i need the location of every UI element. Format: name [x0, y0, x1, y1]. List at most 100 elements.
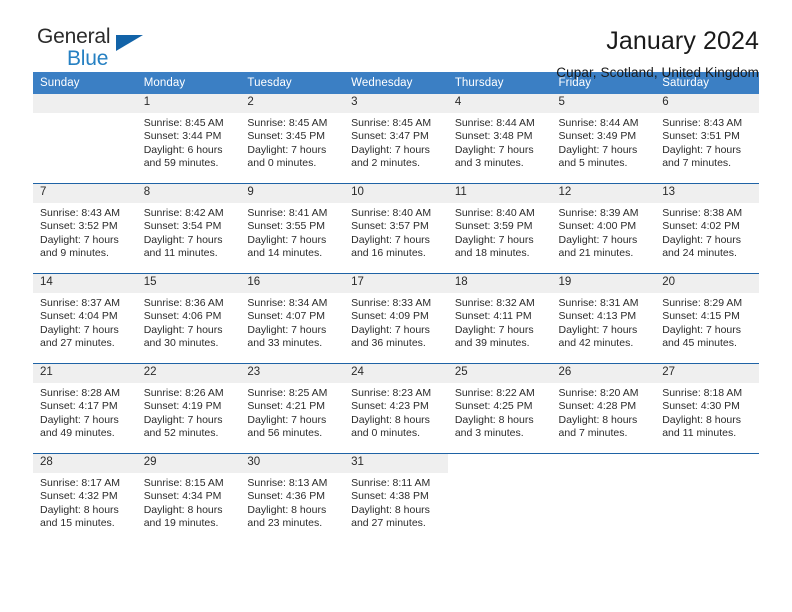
- day-details: Sunrise: 8:34 AM Sunset: 4:07 PM Daylight:…: [240, 293, 344, 351]
- calendar-day-cell[interactable]: 12 Sunrise: 8:39 AM Sunset: 4:00 PM Dayligh…: [551, 183, 656, 274]
- sunrise-text: Sunrise: 8:36 AM: [143, 297, 224, 309]
- calendar-day-cell[interactable]: 9 Sunrise: 8:41 AM Sunset: 3:55 PM Daylight…: [240, 183, 345, 274]
- sunrise-text: Sunrise: 8:42 AM: [143, 207, 224, 219]
- sunset-text: Sunset: 4:17 PM: [40, 400, 118, 413]
- calendar-day-cell[interactable]: 15 Sunrise: 8:36 AM Sunset: 4:06 PM Dayligh…: [136, 273, 241, 364]
- day-cell-inner: 7 Sunrise: 8:43 AM Sunset: 3:52 PM Daylight…: [33, 184, 137, 273]
- calendar-day-cell[interactable]: 1 Sunrise: 8:45 AM Sunset: 3:44 PM Daylight…: [136, 94, 241, 184]
- day-number: 25: [447, 364, 552, 383]
- calendar-day-cell[interactable]: 5 Sunrise: 8:44 AM Sunset: 3:49 PM Daylight…: [551, 94, 656, 184]
- daylight-text-line1: Daylight: 7 hours: [558, 323, 638, 336]
- calendar-day-cell[interactable]: 6 Sunrise: 8:43 AM Sunset: 3:51 PM Daylight…: [655, 94, 759, 184]
- day-details: Sunrise: 8:39 AM Sunset: 4:00 PM Daylight:…: [552, 203, 656, 261]
- sunset-text: Sunset: 4:09 PM: [351, 310, 429, 323]
- day-details: Sunrise: 8:38 AM Sunset: 4:02 PM Daylight:…: [655, 203, 759, 261]
- calendar-day-cell[interactable]: 27 Sunrise: 8:18 AM Sunset: 4:30 PM Dayligh…: [655, 363, 759, 454]
- calendar-day-cell[interactable]: 21 Sunrise: 8:28 AM Sunset: 4:17 PM Dayligh…: [33, 363, 137, 454]
- calendar-day-cell[interactable]: 18 Sunrise: 8:32 AM Sunset: 4:11 PM Dayligh…: [447, 273, 552, 364]
- calendar-day-cell[interactable]: 11 Sunrise: 8:40 AM Sunset: 3:59 PM Dayligh…: [447, 183, 552, 274]
- day-number: 4: [447, 94, 552, 113]
- calendar-day-cell[interactable]: 24 Sunrise: 8:23 AM Sunset: 4:23 PM Dayligh…: [344, 363, 448, 454]
- daylight-text-line1: Daylight: 8 hours: [247, 503, 327, 516]
- daylight-text-line2: and 14 minutes.: [247, 247, 323, 260]
- triangle-flag-icon: [116, 35, 143, 51]
- calendar-day-cell[interactable]: 7 Sunrise: 8:43 AM Sunset: 3:52 PM Daylight…: [33, 183, 137, 274]
- day-cell-inner: 9 Sunrise: 8:41 AM Sunset: 3:55 PM Daylight…: [240, 184, 345, 273]
- calendar-day-cell[interactable]: 13 Sunrise: 8:38 AM Sunset: 4:02 PM Dayligh…: [655, 183, 759, 274]
- day-cell-inner: 3 Sunrise: 8:45 AM Sunset: 3:47 PM Daylight…: [344, 94, 448, 183]
- day-details: Sunrise: 8:40 AM Sunset: 3:59 PM Daylight:…: [448, 203, 552, 261]
- sunset-text: Sunset: 4:32 PM: [40, 490, 118, 503]
- sunrise-text: Sunrise: 8:43 AM: [40, 207, 120, 219]
- sunset-text: Sunset: 4:06 PM: [143, 310, 222, 323]
- calendar-day-cell[interactable]: 20 Sunrise: 8:29 AM Sunset: 4:15 PM Dayligh…: [655, 273, 759, 364]
- calendar-day-cell[interactable]: 25 Sunrise: 8:22 AM Sunset: 4:25 PM Dayligh…: [447, 363, 552, 454]
- day-details: Sunrise: 8:33 AM Sunset: 4:09 PM Daylight:…: [344, 293, 448, 351]
- day-cell-inner: 21 Sunrise: 8:28 AM Sunset: 4:17 PM Dayligh…: [33, 364, 137, 453]
- brand-logo[interactable]: General Blue: [33, 26, 153, 69]
- daylight-text-line2: and 0 minutes.: [247, 157, 317, 170]
- calendar-day-cell-empty: [551, 453, 656, 543]
- calendar-day-cell[interactable]: 17 Sunrise: 8:33 AM Sunset: 4:09 PM Dayligh…: [344, 273, 448, 364]
- day-number: 17: [344, 274, 448, 293]
- sunrise-text: Sunrise: 8:22 AM: [454, 387, 535, 399]
- day-details: Sunrise: 8:43 AM Sunset: 3:52 PM Daylight:…: [33, 203, 137, 261]
- day-number: 14: [33, 274, 137, 293]
- calendar-day-cell[interactable]: 4 Sunrise: 8:44 AM Sunset: 3:48 PM Daylight…: [447, 94, 552, 184]
- daylight-text-line2: and 42 minutes.: [558, 337, 634, 350]
- sunset-text: Sunset: 4:36 PM: [247, 490, 326, 503]
- day-cell-inner: [655, 454, 759, 543]
- calendar-day-cell[interactable]: 14 Sunrise: 8:37 AM Sunset: 4:04 PM Dayligh…: [33, 273, 137, 364]
- daylight-text-line2: and 16 minutes.: [351, 247, 426, 260]
- day-cell-inner: 11 Sunrise: 8:40 AM Sunset: 3:59 PM Dayligh…: [447, 184, 552, 273]
- day-details: Sunrise: 8:15 AM Sunset: 4:34 PM Daylight:…: [137, 473, 241, 531]
- calendar-day-cell[interactable]: 28 Sunrise: 8:17 AM Sunset: 4:32 PM Dayligh…: [33, 453, 137, 543]
- daylight-text-line1: Daylight: 7 hours: [247, 143, 327, 156]
- day-cell-inner: 22 Sunrise: 8:26 AM Sunset: 4:19 PM Dayligh…: [136, 364, 241, 453]
- day-cell-inner: 2 Sunrise: 8:45 AM Sunset: 3:45 PM Daylight…: [240, 94, 345, 183]
- sunrise-text: Sunrise: 8:40 AM: [454, 207, 535, 219]
- day-cell-inner: 28 Sunrise: 8:17 AM Sunset: 4:32 PM Dayligh…: [33, 454, 137, 543]
- sunset-text: Sunset: 4:28 PM: [558, 400, 637, 413]
- daylight-text-line2: and 27 minutes.: [40, 337, 115, 350]
- calendar-day-cell[interactable]: 3 Sunrise: 8:45 AM Sunset: 3:47 PM Daylight…: [344, 94, 448, 184]
- day-cell-inner: 17 Sunrise: 8:33 AM Sunset: 4:09 PM Dayligh…: [344, 274, 448, 363]
- sunrise-text: Sunrise: 8:44 AM: [558, 117, 639, 129]
- sunset-text: Sunset: 4:13 PM: [558, 310, 637, 323]
- day-number: 21: [33, 364, 137, 383]
- sunset-text: Sunset: 4:25 PM: [454, 400, 533, 413]
- calendar-day-cell[interactable]: 10 Sunrise: 8:40 AM Sunset: 3:57 PM Dayligh…: [344, 183, 448, 274]
- day-details: Sunrise: 8:28 AM Sunset: 4:17 PM Daylight:…: [33, 383, 137, 441]
- daylight-text-line1: Daylight: 7 hours: [40, 323, 119, 336]
- day-cell-inner: 27 Sunrise: 8:18 AM Sunset: 4:30 PM Dayligh…: [655, 364, 759, 453]
- sunset-text: Sunset: 3:48 PM: [454, 130, 533, 143]
- sunset-text: Sunset: 3:52 PM: [40, 220, 118, 233]
- daylight-text-line1: Daylight: 7 hours: [351, 143, 430, 156]
- calendar-day-cell[interactable]: 19 Sunrise: 8:31 AM Sunset: 4:13 PM Dayligh…: [551, 273, 656, 364]
- day-cell-inner: 4 Sunrise: 8:44 AM Sunset: 3:48 PM Daylight…: [447, 94, 552, 183]
- daylight-text-line1: Daylight: 7 hours: [558, 233, 638, 246]
- daylight-text-line2: and 15 minutes.: [40, 517, 115, 530]
- day-details: Sunrise: 8:31 AM Sunset: 4:13 PM Daylight:…: [552, 293, 656, 351]
- calendar-day-cell[interactable]: 23 Sunrise: 8:25 AM Sunset: 4:21 PM Dayligh…: [240, 363, 345, 454]
- calendar-day-cell[interactable]: 16 Sunrise: 8:34 AM Sunset: 4:07 PM Dayligh…: [240, 273, 345, 364]
- calendar-day-cell[interactable]: 8 Sunrise: 8:42 AM Sunset: 3:54 PM Daylight…: [136, 183, 241, 274]
- sunrise-text: Sunrise: 8:17 AM: [40, 477, 120, 489]
- daylight-text-line2: and 11 minutes.: [143, 247, 218, 260]
- calendar-day-cell[interactable]: 29 Sunrise: 8:15 AM Sunset: 4:34 PM Dayligh…: [136, 453, 241, 543]
- sunrise-text: Sunrise: 8:23 AM: [351, 387, 432, 399]
- day-details: Sunrise: 8:41 AM Sunset: 3:55 PM Daylight:…: [240, 203, 344, 261]
- daylight-text-line1: Daylight: 8 hours: [351, 503, 430, 516]
- sunset-text: Sunset: 3:44 PM: [143, 130, 222, 143]
- daylight-text-line2: and 7 minutes.: [662, 157, 732, 170]
- calendar-day-cell[interactable]: 30 Sunrise: 8:13 AM Sunset: 4:36 PM Dayligh…: [240, 453, 345, 543]
- calendar-day-cell[interactable]: 26 Sunrise: 8:20 AM Sunset: 4:28 PM Dayligh…: [551, 363, 656, 454]
- day-cell-inner: 23 Sunrise: 8:25 AM Sunset: 4:21 PM Dayligh…: [240, 364, 345, 453]
- day-details: Sunrise: 8:23 AM Sunset: 4:23 PM Daylight:…: [344, 383, 448, 441]
- calendar-day-cell[interactable]: 22 Sunrise: 8:26 AM Sunset: 4:19 PM Dayligh…: [136, 363, 241, 454]
- daylight-text-line2: and 56 minutes.: [247, 427, 323, 440]
- calendar-day-cell[interactable]: 2 Sunrise: 8:45 AM Sunset: 3:45 PM Daylight…: [240, 94, 345, 184]
- sunrise-text: Sunrise: 8:32 AM: [454, 297, 535, 309]
- day-cell-inner: 12 Sunrise: 8:39 AM Sunset: 4:00 PM Dayligh…: [551, 184, 656, 273]
- calendar-day-cell[interactable]: 31 Sunrise: 8:11 AM Sunset: 4:38 PM Dayligh…: [344, 453, 448, 543]
